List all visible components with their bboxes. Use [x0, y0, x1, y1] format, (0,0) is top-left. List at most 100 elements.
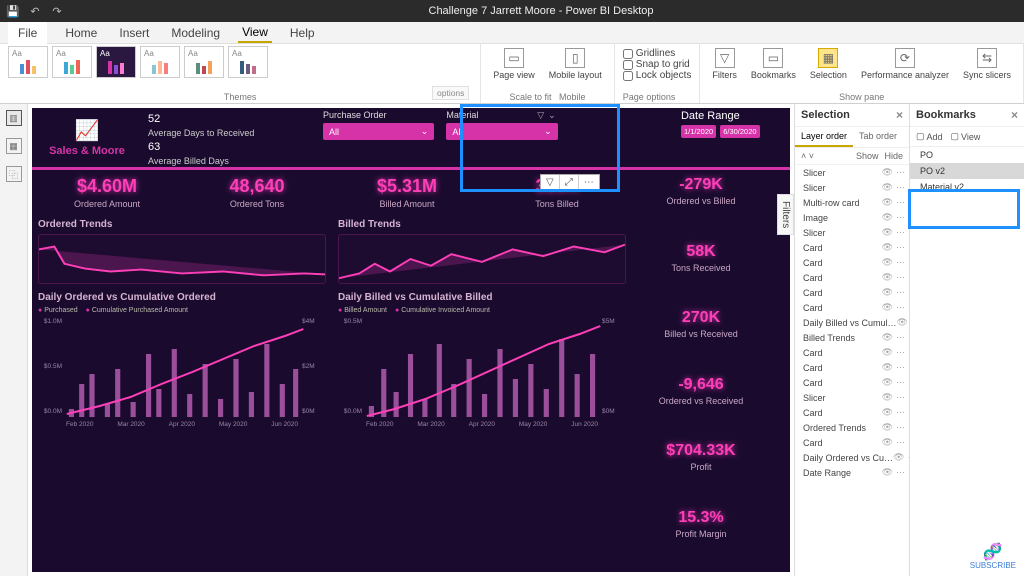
selection-item[interactable]: Card👁⋯ [795, 300, 909, 315]
focus-mode-icon: ⤢ [560, 175, 579, 190]
redo-icon[interactable]: ↷ [50, 5, 64, 18]
close-icon[interactable]: × [1011, 108, 1018, 122]
tab-home[interactable]: Home [61, 24, 101, 42]
visibility-icon: 👁 [882, 332, 893, 343]
visibility-icon: 👁 [882, 362, 893, 373]
tab-modeling[interactable]: Modeling [167, 24, 224, 42]
card-ordered-vs-billed: -279KOrdered vs Billed [632, 170, 770, 237]
file-tab[interactable]: File [8, 22, 47, 44]
selection-item[interactable]: Ordered Trends👁⋯ [795, 420, 909, 435]
view-bookmark-button[interactable]: ▢ View [951, 131, 981, 142]
visibility-icon: 👁 [882, 197, 893, 208]
visibility-icon: 👁 [882, 167, 893, 178]
filter-applied-icon[interactable]: ▽ [537, 110, 544, 121]
more-options-icon: ⋯ [579, 175, 599, 190]
visibility-icon: 👁 [882, 287, 893, 298]
card-billed-amount: $5.31MBilled Amount [332, 170, 482, 215]
tab-insert[interactable]: Insert [115, 24, 153, 42]
show-pane-label: Show pane [708, 92, 1015, 103]
selection-item[interactable]: Slicer👁⋯ [795, 225, 909, 240]
theme-gallery[interactable]: Aa Aa Aa Aa Aa Aa [8, 46, 472, 78]
filters-pane-collapsed[interactable]: Filters [777, 194, 794, 235]
chart-icon: 📈 [75, 118, 100, 143]
tab-view[interactable]: View [238, 23, 272, 43]
daily-ordered-combo-chart[interactable]: Daily Ordered vs Cumulative Ordered Purc… [38, 292, 326, 429]
selection-item[interactable]: Card👁⋯ [795, 405, 909, 420]
visibility-icon: 👁 [882, 182, 893, 193]
tab-order-tab[interactable]: Tab order [853, 127, 903, 147]
selection-pane-button[interactable]: ▦Selection [806, 46, 851, 82]
layer-order-tab[interactable]: Layer order [795, 127, 853, 147]
selection-item[interactable]: Multi-row card👁⋯ [795, 195, 909, 210]
selection-pane-title: Selection [801, 109, 850, 121]
filters-pane-button[interactable]: ▽Filters [708, 46, 741, 82]
ribbon: Aa Aa Aa Aa Aa Aa Themes ▭Page view ▯Mob… [0, 44, 1024, 104]
bookmark-item[interactable]: PO [910, 147, 1024, 163]
data-view-icon[interactable]: ▦ [6, 138, 22, 154]
selection-item[interactable]: Daily Billed vs Cumul…👁⋯ [795, 315, 909, 330]
card-ordered-vs-received: -9,646Ordered vs Received [632, 370, 770, 437]
selection-item[interactable]: Daily Ordered vs Cu…👁⋯ [795, 450, 909, 465]
card-profit: $704.33KProfit [632, 436, 770, 503]
snap-check[interactable]: Snap to grid [623, 59, 692, 70]
mobile-layout-button[interactable]: ▯Mobile layout [545, 46, 606, 82]
selection-item[interactable]: Card👁⋯ [795, 360, 909, 375]
layer-arrows[interactable]: ˄ ˅ [801, 151, 814, 161]
ordered-trends-chart[interactable]: Ordered Trends [38, 219, 326, 284]
selection-item[interactable]: Card👁⋯ [795, 240, 909, 255]
visibility-icon: 👁 [882, 302, 893, 313]
show-button[interactable]: Show [856, 151, 879, 161]
selection-item[interactable]: Billed Trends👁⋯ [795, 330, 909, 345]
date-range-slicer[interactable]: Date Range 1/1/2020 6/30/2020 [675, 108, 790, 167]
selection-item[interactable]: Card👁⋯ [795, 270, 909, 285]
daily-billed-combo-chart[interactable]: Daily Billed vs Cumulative Billed Billed… [338, 292, 626, 429]
title-bar: 💾 ↶ ↷ Challenge 7 Jarrett Moore - Power … [0, 0, 1024, 22]
view-rail: ▥ ▦ ⿻ [0, 104, 28, 576]
visibility-icon: 👁 [882, 392, 893, 403]
undo-icon[interactable]: ↶ [28, 5, 42, 18]
billed-trends-chart[interactable]: Billed Trends [338, 219, 626, 284]
selection-item[interactable]: Date Range👁⋯ [795, 465, 909, 480]
visual-header-toolbar[interactable]: ▽ ⤢ ⋯ [540, 174, 600, 191]
bookmarks-pane-title: Bookmarks [916, 109, 976, 121]
bookmarks-pane-button[interactable]: ▭Bookmarks [747, 46, 800, 82]
selection-item[interactable]: Card👁⋯ [795, 345, 909, 360]
themes-group-label: Themes [8, 92, 472, 103]
visibility-icon: 👁 [882, 212, 893, 223]
report-canvas: 📈 Sales & Moore 52 Average Days to Recei… [32, 108, 790, 572]
model-view-icon[interactable]: ⿻ [6, 166, 22, 182]
performance-analyzer-button[interactable]: ⟳Performance analyzer [857, 46, 953, 82]
selection-item[interactable]: Image👁⋯ [795, 210, 909, 225]
visibility-icon: 👁 [882, 272, 893, 283]
page-view-button[interactable]: ▭Page view [489, 46, 539, 82]
visibility-icon: 👁 [893, 452, 904, 463]
report-view-icon[interactable]: ▥ [6, 110, 22, 126]
visibility-icon: 👁 [882, 257, 893, 268]
gridlines-check[interactable]: Gridlines [623, 48, 692, 59]
selection-item[interactable]: Card👁⋯ [795, 255, 909, 270]
tab-help[interactable]: Help [286, 24, 319, 42]
subscribe-watermark: 🧬 SUBSCRIBE [970, 545, 1016, 570]
sync-slicers-button[interactable]: ⇆Sync slicers [959, 46, 1015, 82]
bookmark-item[interactable]: Material v2 [910, 179, 1024, 195]
material-slicer[interactable]: Material All⌄ ▽ ⌄ [440, 108, 563, 167]
visibility-icon: 👁 [882, 377, 893, 388]
hide-button[interactable]: Hide [884, 151, 903, 161]
selection-item[interactable]: Card👁⋯ [795, 375, 909, 390]
close-icon[interactable]: × [896, 108, 903, 122]
save-icon[interactable]: 💾 [6, 5, 20, 18]
lock-check[interactable]: Lock objects [623, 70, 692, 81]
bookmarks-pane: Bookmarks × ▢ Add ▢ View POPO v2Material … [909, 104, 1024, 576]
chevron-down-icon[interactable]: ⌄ [548, 110, 556, 121]
visibility-icon: 👁 [882, 467, 893, 478]
purchase-order-slicer[interactable]: Purchase Order All⌄ [317, 108, 440, 167]
chevron-down-icon: ⌄ [421, 126, 429, 137]
selection-item[interactable]: Slicer👁⋯ [795, 390, 909, 405]
selection-item[interactable]: Card👁⋯ [795, 285, 909, 300]
selection-item[interactable]: Card👁⋯ [795, 435, 909, 450]
bookmark-item[interactable]: PO v2 [910, 163, 1024, 179]
selection-item[interactable]: Slicer👁⋯ [795, 165, 909, 180]
add-bookmark-button[interactable]: ▢ Add [916, 131, 943, 142]
selection-item[interactable]: Slicer👁⋯ [795, 180, 909, 195]
multi-row-card: 52 Average Days to Received 63 Average B… [142, 108, 317, 167]
